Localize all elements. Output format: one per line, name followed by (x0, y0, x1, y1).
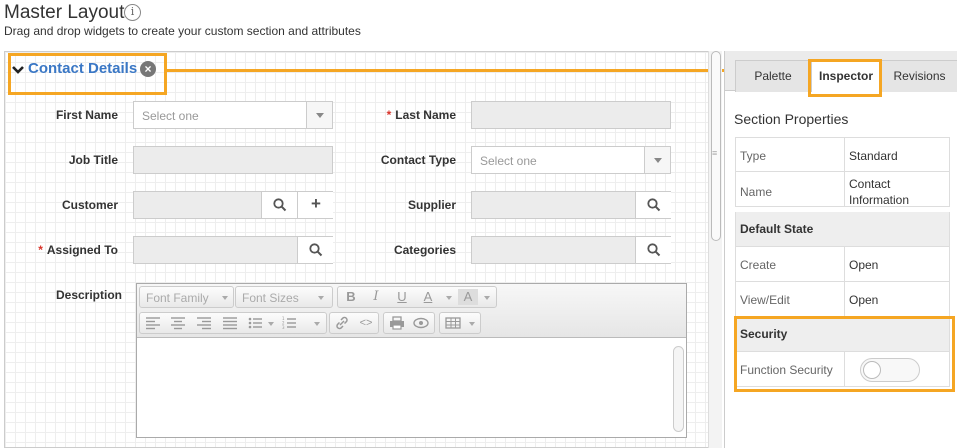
description-label: Description (55, 288, 122, 302)
align-right-icon[interactable] (194, 315, 214, 331)
assigned-to-label: * Assigned To (38, 243, 118, 257)
info-icon[interactable]: i (124, 4, 141, 21)
highlight-connector (166, 69, 802, 72)
tab-palette[interactable]: Palette (735, 60, 811, 92)
property-key: Name (740, 185, 773, 199)
background-color-button[interactable]: A (458, 289, 478, 305)
font-family-label: Font Family (146, 291, 209, 305)
highlight-section-title (8, 53, 167, 95)
paragraph-group: 123 (139, 312, 327, 334)
chevron-down-icon (222, 296, 228, 300)
align-center-icon[interactable] (168, 315, 188, 331)
italic-button[interactable]: I (366, 289, 386, 305)
required-marker: * (38, 243, 43, 257)
property-row-create: Create Open (735, 247, 950, 282)
property-value: Contact Information (849, 177, 910, 207)
bullet-list-icon[interactable] (246, 315, 266, 331)
categories-search-button[interactable] (635, 237, 671, 263)
job-title-label: Job Title (68, 153, 118, 167)
contact-type-label: Contact Type (380, 153, 456, 167)
underline-button[interactable]: U (392, 289, 412, 305)
print-icon[interactable] (387, 315, 407, 331)
property-key: View/Edit (740, 293, 790, 307)
chevron-down-icon (469, 322, 475, 326)
supplier-label: Supplier (407, 198, 456, 212)
chevron-down-icon (446, 296, 452, 300)
assigned-to-input[interactable] (133, 236, 333, 264)
format-group: B I U A A (337, 286, 497, 308)
chevron-down-icon (318, 296, 324, 300)
search-icon (647, 243, 661, 257)
first-name-dropdown-toggle[interactable] (306, 102, 332, 128)
assigned-to-search-button[interactable] (297, 237, 333, 263)
job-title-input[interactable] (133, 146, 333, 174)
search-icon (273, 198, 287, 212)
link-icon[interactable] (332, 315, 352, 331)
align-justify-icon[interactable] (220, 315, 240, 331)
customer-input[interactable]: + (133, 191, 333, 219)
property-value: Standard (849, 149, 898, 163)
page-subtitle: Drag and drop widgets to create your cus… (4, 24, 361, 38)
required-marker: * (386, 108, 392, 122)
property-key: Create (740, 258, 777, 272)
numbered-list-icon[interactable]: 123 (280, 315, 300, 331)
property-key: Type (740, 149, 767, 163)
align-left-icon[interactable] (143, 315, 163, 331)
search-icon (309, 243, 323, 257)
table-group (439, 312, 481, 334)
canvas-scrollbar[interactable] (708, 51, 722, 448)
last-name-label: * Last Name (386, 108, 456, 122)
page-title: Master Layout (4, 2, 125, 23)
customer-label: Customer (61, 198, 118, 212)
property-row-type: Type Standard (735, 137, 950, 172)
property-value[interactable]: Open (849, 258, 878, 272)
contact-type-dropdown-toggle[interactable] (644, 147, 670, 173)
font-sizes-select[interactable]: Font Sizes (235, 286, 333, 308)
panel-splitter-handle[interactable]: ≡ (712, 148, 717, 158)
categories-input[interactable] (471, 236, 671, 264)
font-family-select[interactable]: Font Family (139, 286, 234, 308)
search-icon (647, 198, 661, 212)
highlight-inspector-tab (808, 59, 882, 97)
description-editor[interactable]: Font Family Font Sizes B I U A A 123 <> (136, 283, 687, 438)
chevron-down-icon (316, 113, 324, 118)
supplier-input[interactable] (471, 191, 671, 219)
code-button[interactable]: <> (356, 315, 376, 331)
chevron-down-icon (484, 296, 490, 300)
plus-icon: + (311, 194, 321, 213)
font-sizes-label: Font Sizes (242, 291, 299, 305)
chevron-down-icon (654, 158, 662, 163)
editor-toolbar: Font Family Font Sizes B I U A A 123 <> (137, 284, 686, 338)
svg-text:3: 3 (282, 325, 285, 330)
print-group (383, 312, 435, 334)
chevron-down-icon (314, 322, 320, 326)
first-name-label: First Name (55, 108, 118, 122)
font-color-button[interactable]: A (418, 289, 438, 305)
insert-group: <> (329, 312, 379, 334)
preview-eye-icon[interactable] (411, 315, 431, 331)
chevron-down-icon (268, 322, 274, 326)
property-row-name: Name Contact Information (735, 172, 950, 207)
first-name-placeholder: Select one (142, 109, 199, 123)
contact-type-select[interactable]: Select one (471, 146, 671, 174)
table-icon[interactable] (443, 315, 463, 331)
first-name-select[interactable]: Select one (133, 101, 333, 129)
contact-type-placeholder: Select one (480, 154, 537, 168)
customer-add-button[interactable]: + (297, 192, 333, 218)
highlight-security-section (734, 316, 955, 392)
default-state-group: Default State (735, 212, 950, 247)
tab-revisions[interactable]: Revisions (881, 60, 957, 92)
canvas-scrollbar-thumb[interactable] (711, 51, 721, 241)
editor-scrollbar[interactable] (673, 346, 684, 432)
page-header: Master Layout i Drag and drop widgets to… (0, 0, 957, 50)
supplier-search-button[interactable] (635, 192, 671, 218)
bold-button[interactable]: B (341, 289, 361, 305)
customer-search-button[interactable] (261, 192, 297, 218)
property-value[interactable]: Open (849, 293, 878, 307)
categories-label: Categories (393, 243, 456, 257)
section-properties-title: Section Properties (734, 111, 849, 127)
last-name-input[interactable] (471, 101, 671, 129)
property-row-view-edit: View/Edit Open (735, 282, 950, 317)
